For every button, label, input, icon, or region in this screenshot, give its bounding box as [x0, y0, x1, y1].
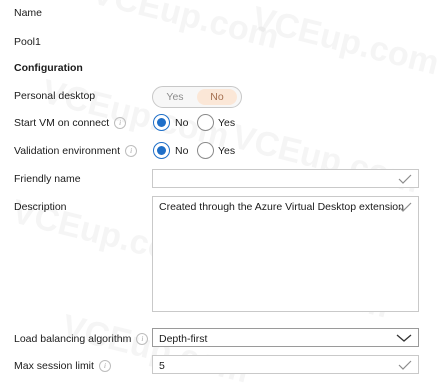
start-vm-label: Start VM on connect i [14, 117, 127, 130]
start-vm-label-text: Start VM on connect [14, 117, 110, 129]
friendly-name-input[interactable] [152, 169, 419, 188]
start-vm-yes-label: Yes [218, 117, 236, 129]
max-session-value: 5 [159, 360, 165, 372]
start-vm-no-radio[interactable] [153, 114, 170, 131]
validation-env-no-radio[interactable] [153, 142, 170, 159]
watermark-text: VCEup.com [58, 307, 253, 391]
validation-env-yes-radio[interactable] [197, 142, 214, 159]
check-icon [398, 202, 412, 212]
name-value: Pool1 [14, 36, 41, 48]
watermark-text: VCEup.com [248, 0, 440, 83]
watermark-text: VCEup.com [88, 0, 283, 57]
max-session-input[interactable]: 5 [152, 355, 419, 374]
check-icon [398, 174, 412, 184]
watermark-text: VCEup.com [228, 117, 423, 201]
personal-desktop-label: Personal desktop [14, 90, 96, 102]
friendly-name-label: Friendly name [14, 173, 81, 185]
info-icon[interactable]: i [125, 145, 138, 158]
max-session-label: Max session limit i [14, 360, 111, 373]
load-balancing-value: Depth-first [159, 333, 208, 345]
start-vm-no-label: No [175, 117, 189, 129]
description-textarea[interactable]: Created through the Azure Virtual Deskto… [152, 196, 419, 312]
check-icon [398, 360, 412, 370]
validation-env-label-text: Validation environment [14, 145, 121, 157]
personal-desktop-no-option[interactable]: No [197, 89, 237, 105]
load-balancing-select[interactable]: Depth-first [152, 328, 419, 347]
load-balancing-label: Load balancing algorithm i [14, 333, 149, 346]
info-icon[interactable]: i [136, 333, 149, 346]
start-vm-yes-radio[interactable] [197, 114, 214, 131]
chevron-down-icon[interactable] [396, 333, 412, 343]
validation-env-label: Validation environment i [14, 145, 138, 158]
description-label: Description [14, 201, 67, 213]
validation-env-yes-label: Yes [218, 145, 236, 157]
load-balancing-label-text: Load balancing algorithm [14, 333, 132, 345]
validation-env-no-label: No [175, 145, 189, 157]
info-icon[interactable]: i [114, 117, 127, 130]
personal-desktop-toggle[interactable]: Yes No [152, 86, 242, 108]
section-title: Configuration [14, 62, 83, 74]
max-session-label-text: Max session limit [14, 360, 94, 372]
description-value: Created through the Azure Virtual Deskto… [159, 201, 404, 213]
name-label: Name [14, 7, 43, 19]
info-icon[interactable]: i [98, 360, 111, 373]
personal-desktop-yes-option[interactable]: Yes [155, 87, 195, 107]
